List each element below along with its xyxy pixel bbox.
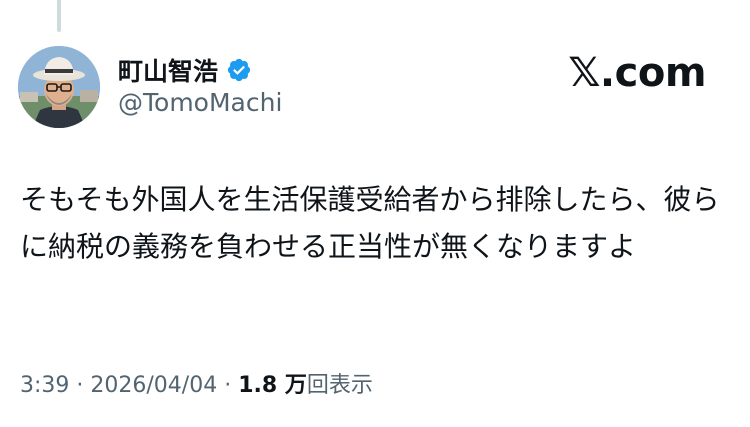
meta-separator: · xyxy=(69,373,91,398)
tweet-time[interactable]: 3:39 xyxy=(20,373,69,398)
views-count: 1.8 万 xyxy=(238,373,307,398)
tweet-meta: 3:39 · 2026/04/04 · 1.8 万回表示 xyxy=(20,367,373,399)
meta-separator-2: · xyxy=(217,373,239,398)
author-name-row: 町山智浩 xyxy=(118,52,252,88)
avatar-photo xyxy=(18,46,100,128)
views-label: 回表示 xyxy=(306,373,373,398)
author-display-name[interactable]: 町山智浩 xyxy=(118,52,218,88)
avatar[interactable] xyxy=(18,46,100,128)
tweet-screenshot: 町山智浩 @TomoMachi 𝕏.com そもそも外国人を生活保護受給者から排… xyxy=(0,0,750,427)
verified-badge-icon xyxy=(226,57,252,83)
tweet-date[interactable]: 2026/04/04 xyxy=(90,373,217,398)
x-com-logo: 𝕏.com xyxy=(568,50,706,96)
thread-connector-line xyxy=(57,0,61,32)
tweet-text: そもそも外国人を生活保護受給者から排除したら、彼らに納税の義務を負わせる正当性が… xyxy=(20,183,720,263)
author-handle[interactable]: @TomoMachi xyxy=(118,88,282,117)
